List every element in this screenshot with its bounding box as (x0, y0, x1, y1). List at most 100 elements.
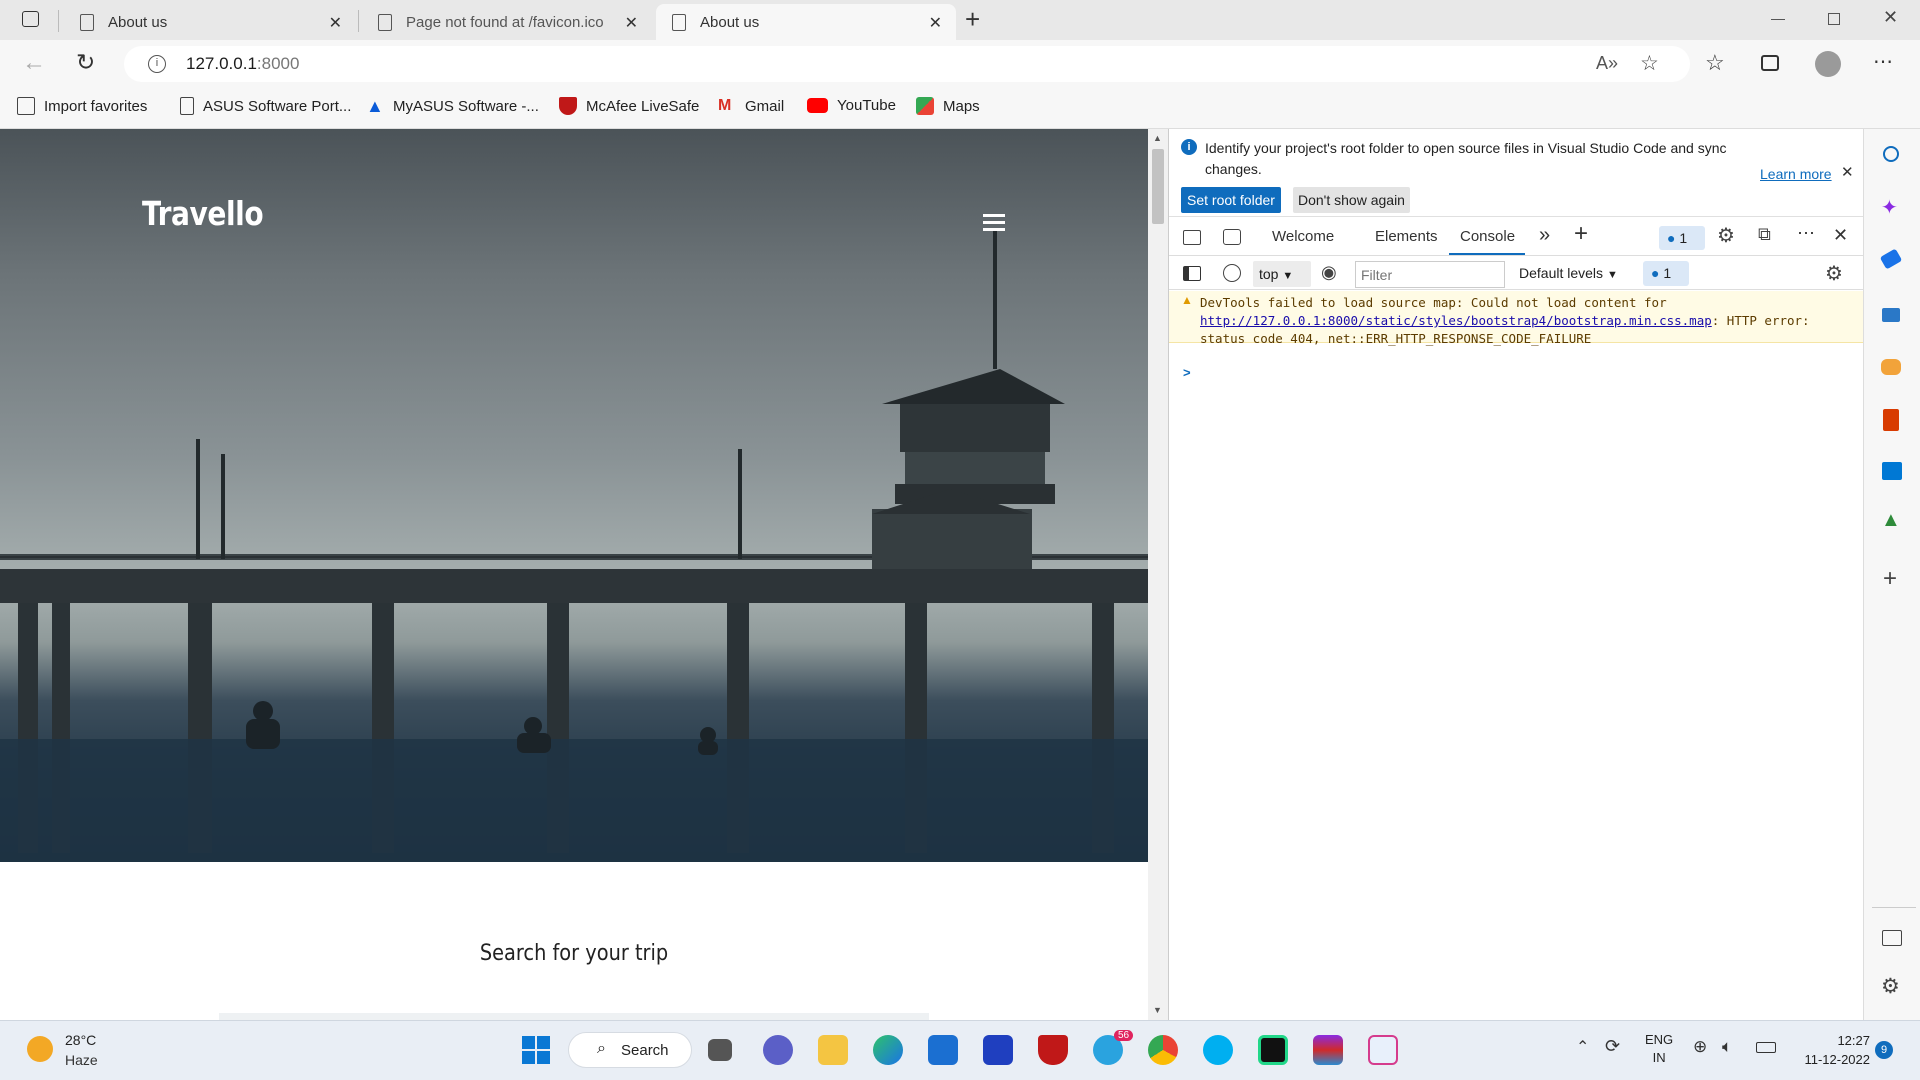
banner-close-icon[interactable]: ✕ (1841, 163, 1854, 181)
dont-show-again-button[interactable]: Don't show again (1293, 187, 1410, 213)
new-tab-button[interactable]: + (965, 4, 980, 35)
console-toolbar: top ▼ ◉ Default levels ▼ ● 1 ⚙ (1169, 257, 1864, 290)
edge-browser-icon[interactable] (873, 1035, 903, 1065)
close-window-button[interactable]: ✕ (1883, 7, 1898, 28)
windows-start-icon[interactable] (522, 1036, 550, 1064)
office-icon[interactable] (1883, 409, 1899, 431)
favorite-gmail[interactable]: M Gmail (718, 97, 784, 115)
chrome-icon[interactable] (1148, 1035, 1178, 1065)
weather-sun-icon[interactable] (27, 1036, 53, 1062)
collections-icon[interactable] (1761, 55, 1779, 71)
close-icon[interactable]: ✕ (929, 13, 942, 33)
sync-icon[interactable]: ⟳ (1605, 1036, 1620, 1057)
context-selector[interactable]: top ▼ (1253, 261, 1311, 287)
learn-more-link[interactable]: Learn more (1760, 166, 1832, 182)
search-icon[interactable] (1883, 146, 1899, 162)
myasus-app-icon[interactable] (983, 1035, 1013, 1065)
weather-temperature[interactable]: 28°C (65, 1032, 96, 1048)
skype-icon[interactable] (1203, 1035, 1233, 1065)
clear-console-icon[interactable] (1223, 264, 1241, 282)
tab-page-not-found[interactable]: Page not found at /favicon.ico ✕ (362, 4, 652, 40)
info-icon[interactable]: i (148, 55, 166, 73)
snipping-tool-icon[interactable] (1368, 1035, 1398, 1065)
refresh-button[interactable]: ↻ (76, 49, 95, 76)
read-aloud-icon[interactable]: A» (1596, 53, 1618, 74)
favorite-asus-portal[interactable]: ASUS Software Port... (180, 97, 351, 115)
dock-settings-icon[interactable]: ⧉ (1758, 224, 1771, 245)
favorite-mcafee[interactable]: McAfee LiveSafe (559, 97, 699, 115)
page-scrollbar[interactable]: ▲ ▼ (1148, 129, 1168, 1020)
console-prompt[interactable]: > (1183, 365, 1191, 380)
device-emulation-icon[interactable] (1223, 229, 1241, 245)
volume-icon[interactable]: 🔈︎ (1722, 1037, 1732, 1057)
settings-gear-icon[interactable]: ⚙ (1717, 223, 1735, 248)
scroll-up-arrow[interactable]: ▲ (1153, 133, 1162, 143)
notification-badge[interactable]: 9 (1875, 1041, 1893, 1059)
battery-icon[interactable] (1756, 1042, 1776, 1053)
tab-about-us-1[interactable]: About us ✕ (64, 4, 356, 40)
minimize-button[interactable] (1771, 19, 1785, 20)
inspect-element-icon[interactable] (1183, 230, 1201, 245)
tools-icon[interactable] (1882, 308, 1900, 322)
back-button[interactable]: ← (22, 49, 46, 77)
message-icon: ● (1667, 230, 1676, 246)
more-options-icon[interactable]: ⋯ (1797, 223, 1815, 244)
favorite-youtube[interactable]: YouTube (807, 97, 896, 114)
sidebar-settings-icon[interactable]: ⚙ (1881, 974, 1900, 999)
tab-elements[interactable]: Elements (1375, 228, 1438, 245)
copilot-icon[interactable]: ✦ (1881, 195, 1898, 220)
sidebar-toggle-icon[interactable] (1183, 266, 1201, 281)
favorites-icon[interactable]: ☆ (1705, 50, 1725, 76)
restore-button[interactable] (1828, 13, 1840, 25)
teams-chat-icon[interactable] (763, 1035, 793, 1065)
profile-avatar[interactable] (1815, 51, 1841, 77)
microsoft-store-icon[interactable] (928, 1035, 958, 1065)
add-favorite-icon[interactable]: ☆ (1640, 51, 1659, 76)
file-explorer-icon[interactable] (818, 1035, 848, 1065)
task-view-icon[interactable] (708, 1039, 732, 1061)
show-hidden-icons[interactable]: ⌃ (1576, 1037, 1589, 1057)
network-icon[interactable]: ⊕ (1693, 1037, 1707, 1057)
url-text[interactable]: 127.0.0.1:8000 (186, 54, 299, 74)
pycharm-icon[interactable] (1258, 1035, 1288, 1065)
shopping-tag-icon[interactable] (1879, 248, 1903, 270)
tab-welcome[interactable]: Welcome (1272, 228, 1334, 245)
scroll-down-arrow[interactable]: ▼ (1153, 1005, 1162, 1015)
hamburger-menu-icon[interactable] (983, 214, 1005, 231)
web-page: Travello Search for your trip (0, 129, 1148, 1020)
winrar-icon[interactable] (1313, 1035, 1343, 1065)
log-levels-dropdown[interactable]: Default levels ▼ (1519, 265, 1618, 281)
close-devtools-icon[interactable]: ✕ (1833, 225, 1848, 246)
console-filter-input[interactable] (1355, 261, 1505, 288)
address-bar[interactable]: i 127.0.0.1:8000 A» ☆ (124, 46, 1690, 82)
more-tabs-icon[interactable]: » (1539, 224, 1550, 247)
tab-actions-icon[interactable] (22, 11, 39, 27)
weather-description[interactable]: Haze (65, 1052, 98, 1068)
settings-more-icon[interactable]: ⋯ (1873, 49, 1893, 74)
console-settings-icon[interactable]: ⚙ (1825, 261, 1843, 286)
favorite-import[interactable]: Import favorites (17, 97, 147, 115)
site-logo[interactable]: Travello (142, 194, 264, 233)
close-icon[interactable]: ✕ (625, 13, 638, 33)
hide-sidebar-icon[interactable] (1882, 930, 1902, 946)
tree-icon[interactable]: ▲ (1881, 509, 1901, 532)
mcafee-app-icon[interactable] (1038, 1035, 1068, 1065)
live-expression-eye-icon[interactable]: ◉ (1321, 262, 1337, 283)
console-issues-badge[interactable]: ● 1 (1643, 261, 1689, 286)
add-tool-icon[interactable]: + (1574, 220, 1588, 248)
outlook-icon[interactable] (1882, 462, 1902, 480)
tab-console[interactable]: Console (1460, 228, 1515, 245)
language-indicator[interactable]: ENG IN (1645, 1031, 1673, 1067)
set-root-folder-button[interactable]: Set root folder (1181, 187, 1281, 213)
favorite-myasus[interactable]: ▲ MyASUS Software -... (366, 97, 539, 115)
add-sidebar-icon[interactable]: + (1883, 565, 1897, 593)
taskbar-search-box[interactable]: ⌕ Search (568, 1032, 692, 1068)
games-icon[interactable] (1881, 359, 1901, 375)
scrollbar-thumb[interactable] (1152, 149, 1164, 224)
tab-about-us-active[interactable]: About us ✕ (656, 4, 956, 40)
source-map-link[interactable]: http://127.0.0.1:8000/static/styles/boot… (1200, 313, 1712, 328)
issues-badge[interactable]: ● 1 (1659, 226, 1705, 250)
close-icon[interactable]: ✕ (329, 13, 342, 33)
clock[interactable]: 12:27 11-12-2022 (1790, 1031, 1870, 1069)
favorite-maps[interactable]: Maps (916, 97, 980, 115)
